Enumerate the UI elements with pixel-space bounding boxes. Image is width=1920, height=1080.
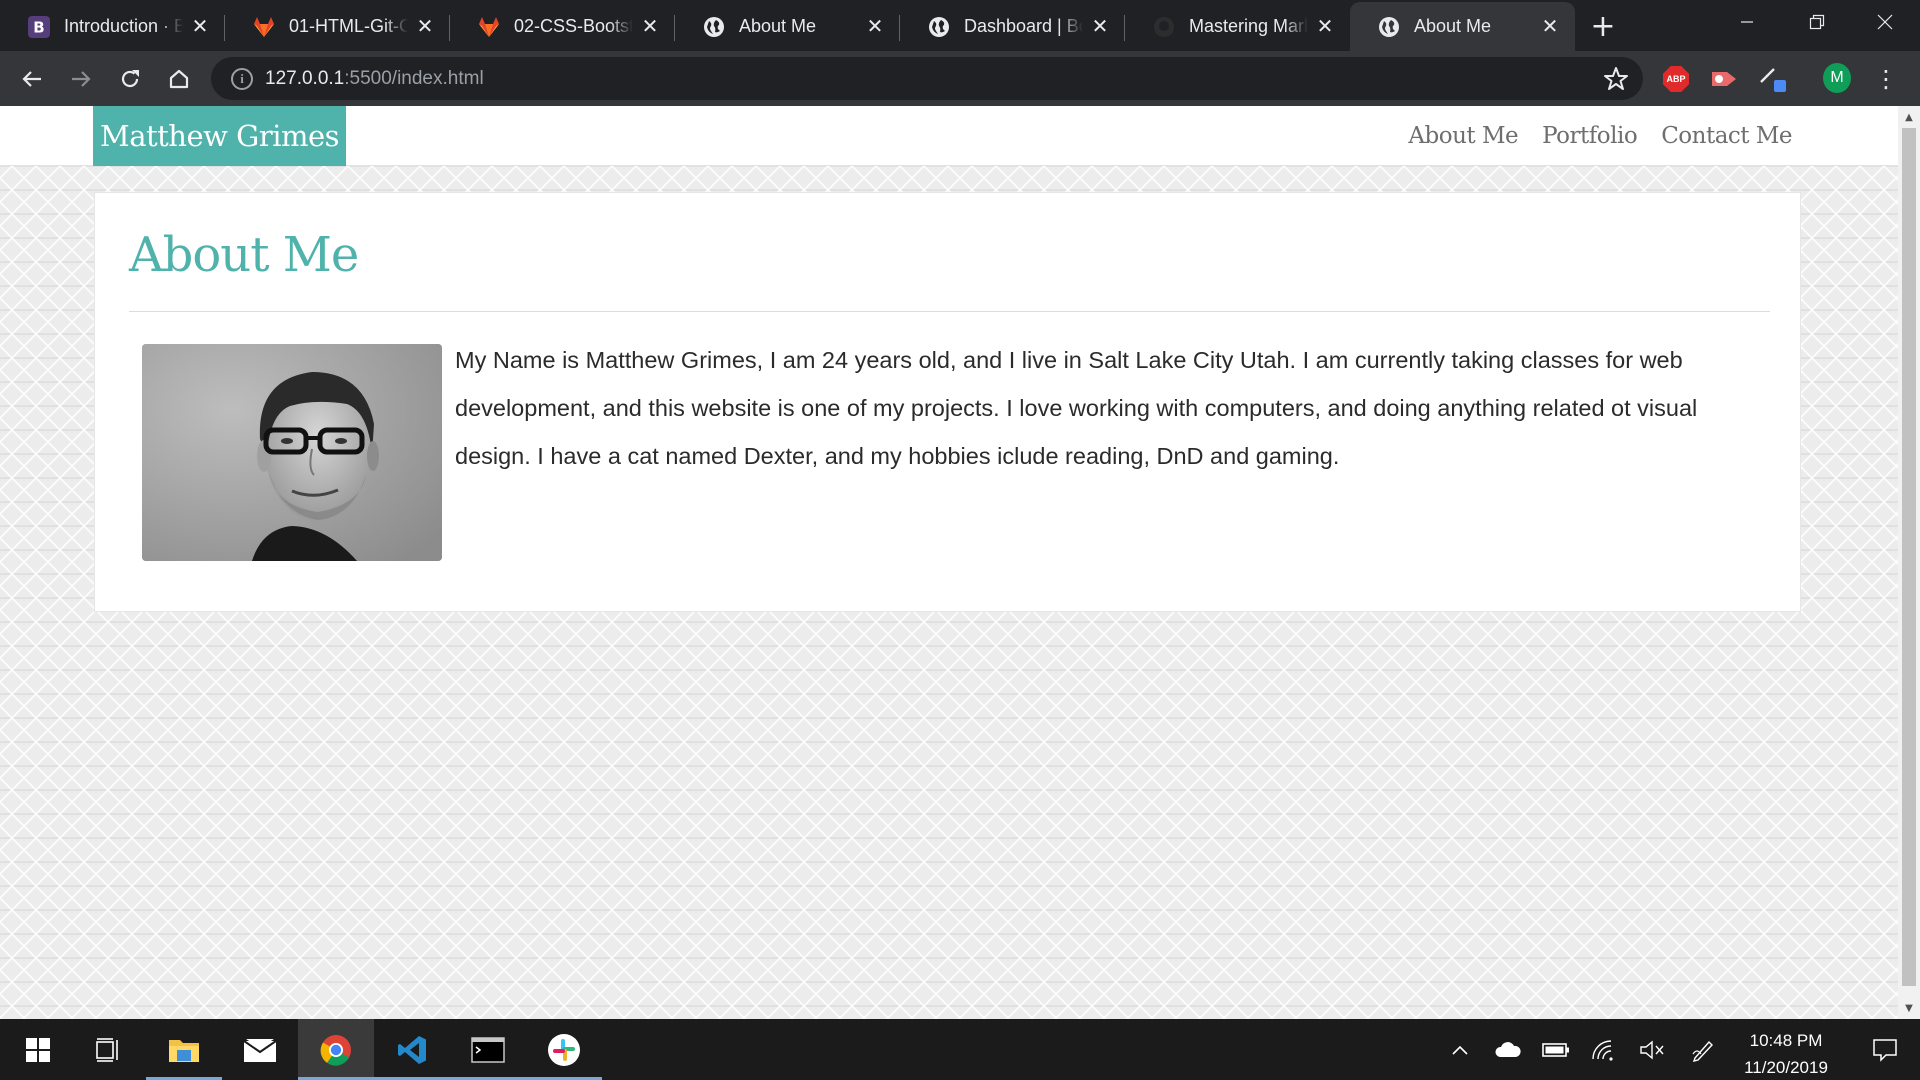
tab-title: Dashboard | Bootcamp xyxy=(964,16,1083,36)
close-icon[interactable]: ✕ xyxy=(414,16,436,38)
wifi-icon[interactable] xyxy=(1588,1019,1620,1080)
tab-title: 01-HTML-Git-CSS xyxy=(289,16,408,36)
home-button[interactable] xyxy=(155,55,203,103)
site-navbar: Matthew Grimes About Me Portfolio Contac… xyxy=(0,106,1898,166)
back-button[interactable] xyxy=(8,55,56,103)
globe-icon xyxy=(1378,16,1400,38)
nav-portfolio[interactable]: Portfolio xyxy=(1542,123,1638,149)
url-path: :5500/index.html xyxy=(344,67,484,89)
video-record-icon xyxy=(1712,72,1736,86)
clock-time: 10:48 PM xyxy=(1749,1031,1823,1050)
gitlab-icon xyxy=(253,16,275,38)
notification-icon[interactable] xyxy=(1856,1019,1914,1080)
scroll-down-icon[interactable]: ▼ xyxy=(1898,999,1920,1017)
battery-icon[interactable] xyxy=(1540,1019,1572,1080)
chevron-up-icon[interactable] xyxy=(1446,1019,1474,1080)
scroll-thumb[interactable] xyxy=(1902,128,1916,986)
page-scrollbar[interactable]: ▲ ▼ xyxy=(1898,106,1920,1019)
vscode-icon[interactable] xyxy=(374,1019,450,1080)
close-icon[interactable]: ✕ xyxy=(1314,16,1336,38)
close-icon[interactable]: ✕ xyxy=(1539,16,1561,38)
address-bar[interactable]: i 127.0.0.1:5500/index.html xyxy=(211,57,1643,100)
info-icon[interactable]: i xyxy=(231,67,253,90)
window-close-icon[interactable] xyxy=(1850,0,1920,44)
about-card: About Me My Name is Matthew Grimes, I am… xyxy=(94,192,1801,612)
home-icon xyxy=(169,69,189,88)
cloud-icon[interactable] xyxy=(1492,1019,1524,1080)
nav-links: About Me Portfolio Contact Me xyxy=(1384,106,1792,166)
globe-icon xyxy=(703,16,725,38)
system-clock[interactable]: 10:48 PM 11/20/2019 xyxy=(1716,1027,1856,1080)
svg-text:B: B xyxy=(33,18,44,36)
reload-button[interactable] xyxy=(106,55,154,103)
page-title: About Me xyxy=(129,227,359,283)
taskbar: 10:48 PM 11/20/2019 xyxy=(0,1019,1920,1080)
restore-icon[interactable] xyxy=(1782,0,1852,44)
adblock-extension[interactable]: ABP xyxy=(1662,65,1690,93)
tab-mastering-markdown[interactable]: Mastering Markdown ✕ xyxy=(1125,2,1350,51)
mail-icon[interactable] xyxy=(222,1019,298,1080)
arrow-left-icon xyxy=(22,70,41,87)
tab-title: About Me xyxy=(739,16,817,36)
tab-title: 02-CSS-Bootstrap xyxy=(514,16,633,36)
abp-icon: ABP xyxy=(1663,66,1689,92)
tab-dashboard[interactable]: Dashboard | Bootcamp ✕ xyxy=(900,2,1125,51)
windows-start-icon[interactable] xyxy=(0,1019,76,1080)
star-icon[interactable] xyxy=(1603,66,1629,92)
profile-photo xyxy=(142,344,442,561)
tab-title: Introduction · Bootstrap xyxy=(64,16,183,36)
bio-text: My Name is Matthew Grimes, I am 24 years… xyxy=(455,347,1698,469)
url-host: 127.0.0.1 xyxy=(265,67,345,89)
menu-button[interactable]: ⋮ xyxy=(1872,65,1900,93)
arrow-right-icon xyxy=(72,70,91,87)
forward-button[interactable] xyxy=(57,55,105,103)
tab-title: About Me xyxy=(1414,16,1492,36)
eyedropper-icon xyxy=(1760,68,1786,92)
terminal-icon[interactable] xyxy=(450,1019,526,1080)
slack-icon[interactable] xyxy=(526,1019,602,1080)
github-icon xyxy=(1153,16,1175,38)
tab-title: Mastering Markdown xyxy=(1189,16,1308,36)
task-view-icon[interactable] xyxy=(70,1019,146,1080)
close-icon[interactable]: ✕ xyxy=(864,16,886,38)
chrome-icon[interactable] xyxy=(298,1019,374,1080)
file-explorer-icon[interactable] xyxy=(146,1019,222,1080)
profile-button[interactable]: M xyxy=(1823,63,1851,93)
close-icon[interactable]: ✕ xyxy=(1089,16,1111,38)
more-vertical-icon: ⋮ xyxy=(1874,65,1898,93)
volume-muted-icon[interactable] xyxy=(1636,1019,1668,1080)
tab-html-git-css[interactable]: 01-HTML-Git-CSS ✕ xyxy=(225,2,450,51)
nav-contact-me[interactable]: Contact Me xyxy=(1661,123,1792,149)
gitlab-icon xyxy=(478,16,500,38)
nav-about-me[interactable]: About Me xyxy=(1408,123,1518,149)
close-icon[interactable]: ✕ xyxy=(189,16,211,38)
tab-about-me-active[interactable]: About Me ✕ xyxy=(1350,2,1575,51)
tab-css-bootstrap[interactable]: 02-CSS-Bootstrap ✕ xyxy=(450,2,675,51)
clock-date: 11/20/2019 xyxy=(1744,1058,1828,1077)
tab-bootstrap[interactable]: B Introduction · Bootstrap ✕ xyxy=(0,2,225,51)
page-viewport: Matthew Grimes About Me Portfolio Contac… xyxy=(0,106,1898,1019)
browser-toolbar: i 127.0.0.1:5500/index.html ABP M ⋮ xyxy=(0,51,1920,106)
new-tab-button[interactable]: + xyxy=(1575,2,1631,51)
minimize-icon[interactable] xyxy=(1712,0,1782,44)
brand-link[interactable]: Matthew Grimes xyxy=(93,106,347,166)
bootstrap-icon: B xyxy=(28,15,50,38)
scroll-up-icon[interactable]: ▲ xyxy=(1898,108,1920,126)
tab-strip: B Introduction · Bootstrap ✕ 01-HTML-Git… xyxy=(0,0,1920,51)
close-icon[interactable]: ✕ xyxy=(639,16,661,38)
colorpick-extension[interactable] xyxy=(1758,65,1786,93)
screencast-extension[interactable] xyxy=(1710,65,1738,93)
avatar: M xyxy=(1823,63,1851,93)
divider xyxy=(129,311,1770,312)
reload-icon xyxy=(121,69,139,87)
tab-about-me[interactable]: About Me ✕ xyxy=(675,2,900,51)
globe-icon xyxy=(928,16,950,38)
